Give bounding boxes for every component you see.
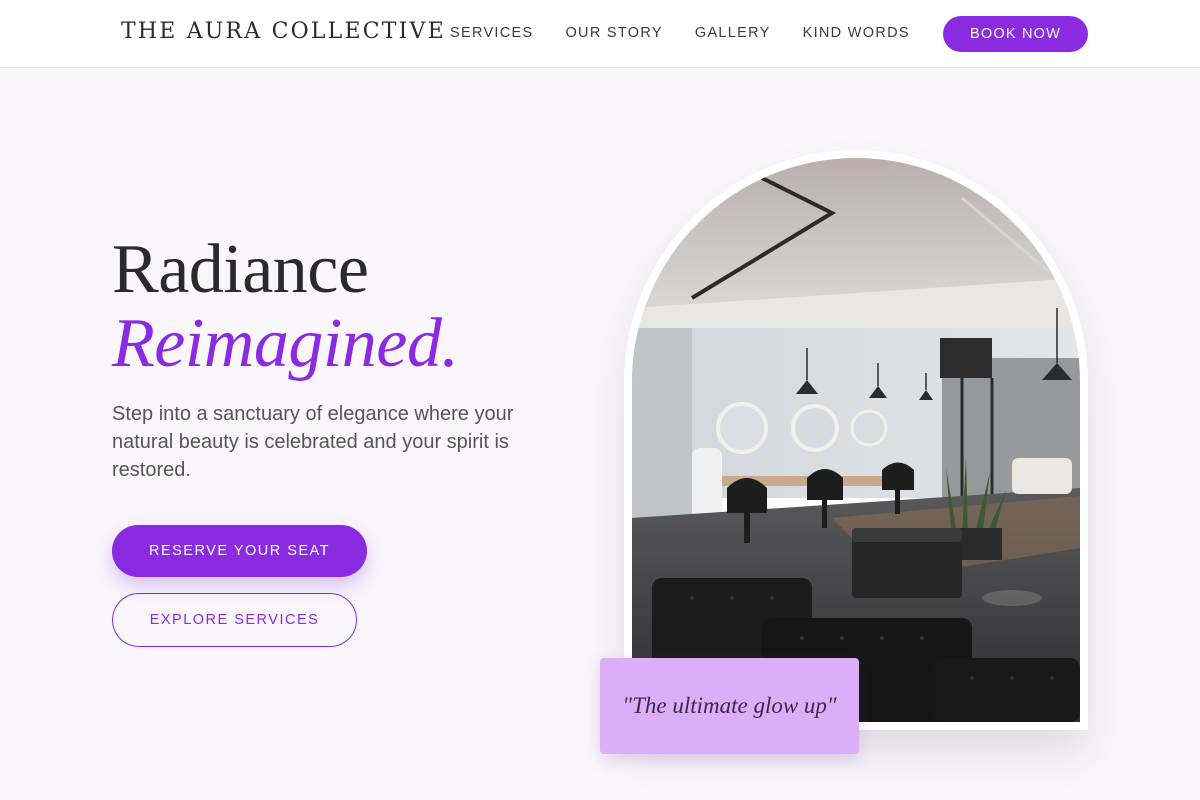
hero-title: Radiance Reimagined. bbox=[112, 231, 459, 382]
hero-intro-text: Step into a sanctuary of elegance where … bbox=[112, 403, 514, 481]
reserve-seat-button[interactable]: RESERVE YOUR SEAT bbox=[112, 525, 367, 577]
site-header: THE AURA COLLECTIVE SERVICES OUR STORY G… bbox=[0, 0, 1200, 68]
testimonial-quote-text: "The ultimate glow up" bbox=[622, 693, 837, 718]
nav-link-gallery[interactable]: GALLERY bbox=[695, 25, 771, 41]
explore-services-button[interactable]: EXPLORE SERVICES bbox=[112, 593, 357, 647]
testimonial-quote-card: "The ultimate glow up" bbox=[600, 658, 859, 754]
brand-logo[interactable]: THE AURA COLLECTIVE bbox=[121, 19, 446, 44]
salon-interior-illustration bbox=[632, 158, 1080, 722]
salon-interior-image bbox=[632, 158, 1080, 722]
hero-title-line1: Radiance bbox=[112, 231, 369, 308]
salon-image-frame bbox=[624, 150, 1088, 730]
nav-link-kind-words[interactable]: KIND WORDS bbox=[803, 25, 910, 41]
nav-link-services[interactable]: SERVICES bbox=[450, 25, 533, 41]
hero-title-line2: Reimagined. bbox=[112, 305, 459, 382]
book-now-button[interactable]: BOOK NOW bbox=[943, 16, 1088, 52]
main-nav: SERVICES OUR STORY GALLERY KIND WORDS bbox=[450, 0, 942, 68]
nav-link-our-story[interactable]: OUR STORY bbox=[565, 25, 662, 41]
